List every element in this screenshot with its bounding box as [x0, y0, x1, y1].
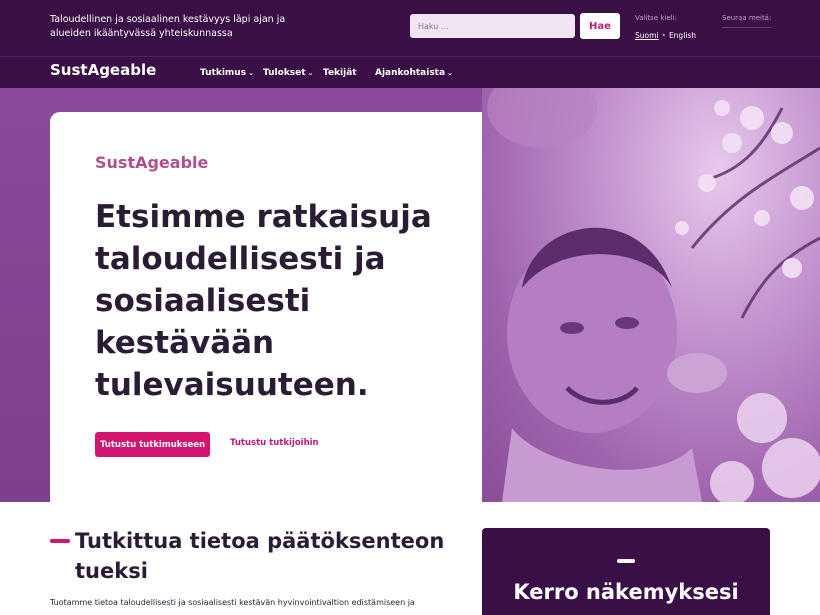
feedback-title: Kerro näkemyksesi: [513, 580, 739, 604]
nav-item-label: Tulokset: [263, 68, 306, 78]
chevron-down-icon: ⌄: [307, 69, 314, 77]
main-navigation: SustAgeable Tutkimus ⌄ Tulokset ⌄ Tekijät …: [0, 56, 820, 88]
nav-item-label: Tutkimus: [200, 68, 247, 78]
language-separator: •: [661, 31, 666, 40]
hero-photo-illustration: [487, 88, 820, 502]
feedback-accent-bar: [617, 559, 635, 563]
search-input[interactable]: [410, 14, 575, 38]
chevron-down-icon: ⌄: [447, 69, 453, 77]
search-button[interactable]: Hae: [580, 13, 620, 39]
nav-item-tulokset[interactable]: Tulokset ⌄: [263, 68, 313, 78]
language-option-suomi[interactable]: Suomi: [635, 31, 659, 40]
nav-item-tekijat[interactable]: Tekijät: [323, 68, 357, 78]
section-title: Tutkittua tietoa päätöksenteon tueksi: [75, 529, 445, 583]
section-accent-bar: [50, 539, 70, 543]
nav-item-label: Ajankohtaista: [375, 68, 446, 78]
chevron-down-icon: ⌄: [248, 69, 254, 77]
language-option-english[interactable]: English: [669, 31, 696, 40]
nav-item-tutkimus[interactable]: Tutkimus ⌄: [200, 68, 254, 78]
follow-us-label: Seuraa meitä:: [722, 14, 772, 28]
hero-headline: Etsimme ratkaisuja taloudellisesti ja so…: [95, 199, 432, 403]
explore-researchers-link[interactable]: Tutustu tutkijoihin: [230, 438, 319, 448]
site-tagline: Taloudellinen ja sosiaalinen kestävyys l…: [50, 14, 286, 39]
section-body-text: Tuotamme tietoa taloudellisesti ja sosia…: [50, 598, 415, 607]
hero-photo: [482, 88, 820, 502]
top-bar: Taloudellinen ja sosiaalinen kestävyys l…: [0, 0, 820, 56]
nav-item-ajankohtaista[interactable]: Ajankohtaista ⌄: [375, 68, 453, 78]
language-label: Valitse kieli:: [635, 14, 677, 22]
site-logo[interactable]: SustAgeable: [50, 61, 156, 79]
language-switcher: Suomi • English: [635, 31, 696, 40]
hero-eyebrow: SustAgeable: [95, 153, 209, 172]
explore-research-button[interactable]: Tutustu tutkimukseen: [95, 432, 210, 457]
nav-item-label: Tekijät: [323, 68, 357, 78]
